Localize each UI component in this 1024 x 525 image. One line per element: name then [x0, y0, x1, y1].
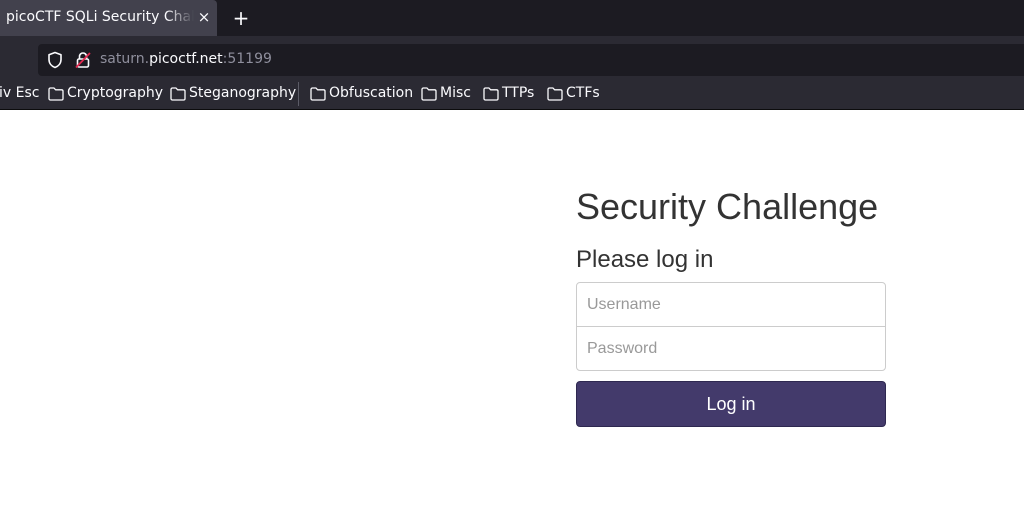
- url-text[interactable]: saturn.picoctf.net:51199: [100, 51, 272, 67]
- url-subdomain: saturn.: [100, 51, 150, 67]
- bookmarks-toolbar: iv Esc Cryptography Steganography Obfusc…: [0, 78, 1024, 110]
- url-bar[interactable]: saturn.picoctf.net:51199: [38, 44, 1024, 76]
- bookmark-label: iv Esc: [0, 85, 40, 101]
- folder-icon: [170, 87, 186, 101]
- username-input[interactable]: [576, 282, 886, 327]
- url-host: picoctf.net: [149, 51, 223, 67]
- folder-icon: [48, 87, 64, 101]
- page-title: Security Challenge: [576, 186, 879, 227]
- tab-close-icon[interactable]: ×: [197, 9, 211, 25]
- bookmark-label: Steganography: [189, 85, 297, 101]
- bookmarks-separator: [298, 82, 299, 106]
- password-input[interactable]: [576, 326, 886, 371]
- folder-icon: [310, 87, 326, 101]
- login-button[interactable]: Log in: [576, 381, 886, 427]
- bookmark-label: Cryptography: [67, 85, 164, 101]
- new-tab-button[interactable]: +: [228, 5, 254, 31]
- tab-strip: picoCTF SQLi Security Challenge × +: [0, 0, 1024, 36]
- navigation-toolbar: saturn.picoctf.net:51199: [0, 36, 1024, 78]
- bookmark-label: Misc: [440, 85, 471, 101]
- tab-title: picoCTF SQLi Security Challenge: [6, 9, 194, 25]
- folder-icon: [547, 87, 563, 101]
- shield-icon[interactable]: [46, 51, 64, 69]
- bookmark-label: Obfuscation: [329, 85, 414, 101]
- login-subtitle: Please log in: [576, 246, 714, 273]
- active-tab[interactable]: picoCTF SQLi Security Challenge ×: [0, 0, 217, 36]
- insecure-lock-icon[interactable]: [74, 51, 92, 69]
- url-port: :51199: [222, 51, 272, 67]
- bookmark-label: TTPs: [502, 85, 535, 101]
- page-content: Security Challenge Please log in Log in: [0, 110, 1024, 525]
- folder-icon: [483, 87, 499, 101]
- folder-icon: [421, 87, 437, 101]
- bookmark-label: CTFs: [566, 85, 600, 101]
